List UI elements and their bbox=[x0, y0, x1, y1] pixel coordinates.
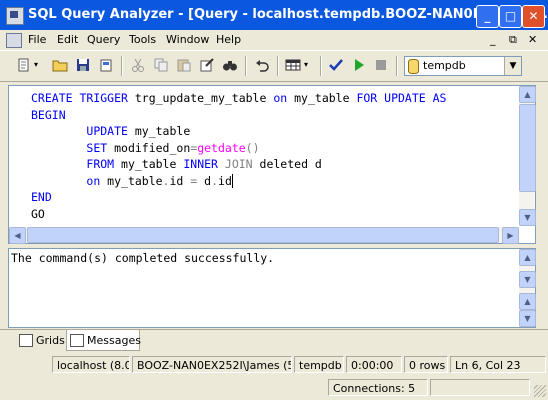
stop-icon[interactable] bbox=[373, 57, 389, 73]
chevron-down-icon[interactable]: ▼ bbox=[504, 57, 521, 75]
window-title: SQL Query Analyzer - [Query - localhost.… bbox=[28, 7, 548, 22]
close-button[interactable]: ✕ bbox=[522, 5, 545, 28]
result-tabs: Grids Messages bbox=[0, 329, 548, 352]
toolbar-separator bbox=[277, 56, 279, 76]
cut-icon[interactable] bbox=[130, 57, 146, 73]
query-editor[interactable]: CREATE TRIGGER trg_update_my_table on my… bbox=[8, 85, 536, 244]
status-position: Ln 6, Col 23 bbox=[450, 356, 546, 373]
results-vertical-scrollbar[interactable]: ▲ ▼ ▲ ▼ bbox=[519, 249, 536, 327]
tab-label: Grids bbox=[36, 334, 65, 347]
copy-icon[interactable] bbox=[153, 57, 169, 73]
status-bar: localhost (8.0) BOOZ-NAN0EX252I\James (5… bbox=[0, 354, 548, 376]
mdi-restore-button[interactable]: ⧉ bbox=[509, 33, 517, 47]
status-time: 0:00:00 bbox=[346, 356, 402, 373]
scroll-right-button[interactable]: ▶ bbox=[502, 227, 519, 244]
code-line: BEGIN bbox=[31, 107, 66, 122]
paste-icon[interactable] bbox=[176, 57, 192, 73]
maximize-icon: □ bbox=[504, 9, 517, 23]
code-line: UPDATE my_table bbox=[86, 124, 191, 138]
code-line: END bbox=[31, 190, 52, 204]
code-line: GO bbox=[31, 206, 45, 221]
title-bar[interactable]: SQL Query Analyzer - [Query - localhost.… bbox=[0, 0, 548, 30]
code-line: CREATE TRIGGER trg_update_my_table on my… bbox=[31, 91, 447, 105]
database-select-value: tempdb bbox=[423, 59, 466, 72]
grid-icon bbox=[19, 334, 33, 347]
mdi-close-button[interactable]: ✕ bbox=[528, 33, 537, 46]
document-icon[interactable] bbox=[6, 33, 22, 48]
query-analyzer-window: SQL Query Analyzer - [Query - localhost.… bbox=[0, 0, 548, 400]
execute-icon[interactable] bbox=[351, 57, 367, 73]
mdi-minimize-button[interactable]: _ bbox=[490, 33, 496, 46]
menu-help[interactable]: Help bbox=[216, 33, 241, 46]
scroll-thumb[interactable] bbox=[27, 227, 499, 243]
toolbar-separator bbox=[245, 56, 247, 76]
menu-file[interactable]: File bbox=[28, 33, 46, 46]
parse-check-icon[interactable] bbox=[328, 57, 344, 73]
app-icon[interactable] bbox=[6, 7, 24, 25]
menu-window[interactable]: Window bbox=[166, 33, 209, 46]
database-select[interactable]: tempdb ▼ bbox=[404, 56, 522, 76]
scroll-up-button[interactable]: ▲ bbox=[519, 86, 536, 103]
maximize-button[interactable]: □ bbox=[499, 5, 522, 28]
scroll-down-button[interactable]: ▼ bbox=[519, 209, 536, 226]
scroll-down-button[interactable]: ▼ bbox=[519, 310, 536, 327]
sql-code[interactable]: CREATE TRIGGER trg_update_my_table on my… bbox=[31, 90, 446, 222]
undo-icon[interactable] bbox=[254, 57, 270, 73]
save-icon[interactable] bbox=[75, 57, 91, 73]
minimize-icon: _ bbox=[484, 9, 491, 23]
status-user: BOOZ-NAN0EX252I\James (52) bbox=[132, 356, 292, 373]
results-grid-icon[interactable] bbox=[285, 57, 301, 73]
scroll-up-button[interactable]: ▲ bbox=[519, 249, 536, 266]
tab-grids[interactable]: Grids bbox=[16, 330, 66, 350]
menu-bar: File Edit Query Tools Window Help _ ⧉ ✕ bbox=[0, 30, 548, 50]
editor-horizontal-scrollbar[interactable]: ◀ ▶ bbox=[9, 227, 519, 244]
scroll-thumb[interactable] bbox=[519, 104, 536, 192]
scroll-up-button[interactable]: ▲ bbox=[519, 293, 536, 310]
status-empty bbox=[430, 379, 530, 396]
toolbar-separator bbox=[121, 56, 123, 76]
editor-vertical-scrollbar[interactable]: ▲ ▼ bbox=[519, 86, 536, 226]
new-dropdown-icon[interactable]: ▾ bbox=[34, 57, 50, 73]
tab-label: Messages bbox=[87, 334, 141, 347]
toolbar-separator bbox=[396, 56, 398, 76]
status-connections: Connections: 5 bbox=[328, 379, 428, 396]
status-database: tempdb bbox=[294, 356, 344, 373]
find-icon[interactable] bbox=[222, 57, 238, 73]
resize-grip[interactable] bbox=[534, 385, 546, 397]
new-query-icon[interactable] bbox=[16, 57, 32, 73]
open-folder-icon[interactable] bbox=[52, 57, 68, 73]
edit-icon[interactable] bbox=[199, 57, 215, 73]
menu-query[interactable]: Query bbox=[87, 33, 120, 46]
database-icon bbox=[408, 59, 419, 74]
result-message: The command(s) completed successfully. bbox=[11, 251, 275, 265]
menu-tools[interactable]: Tools bbox=[129, 33, 156, 46]
scroll-down-button[interactable]: ▼ bbox=[519, 271, 536, 288]
code-line: SET modified_on=getdate() bbox=[86, 140, 260, 155]
status-rows: 0 rows bbox=[404, 356, 448, 373]
results-dropdown-icon[interactable]: ▾ bbox=[304, 57, 320, 73]
messages-icon bbox=[70, 334, 84, 347]
status-bar-secondary: Connections: 5 bbox=[0, 377, 548, 399]
status-server: localhost (8.0) bbox=[52, 356, 130, 373]
close-icon: ✕ bbox=[528, 9, 539, 23]
code-line: FROM my_table INNER JOIN deleted d bbox=[86, 157, 322, 171]
load-script-icon[interactable] bbox=[98, 57, 114, 73]
toolbar: ▾ ▾ tempdb ▼ bbox=[0, 50, 548, 82]
results-pane[interactable]: The command(s) completed successfully. ▲… bbox=[8, 248, 536, 328]
scroll-left-button[interactable]: ◀ bbox=[9, 227, 26, 244]
menu-edit[interactable]: Edit bbox=[57, 33, 78, 46]
toolbar-separator bbox=[320, 56, 322, 76]
code-line: on my_table.id = d.id bbox=[86, 173, 233, 188]
minimize-button[interactable]: _ bbox=[476, 5, 499, 28]
tab-messages[interactable]: Messages bbox=[66, 330, 141, 351]
